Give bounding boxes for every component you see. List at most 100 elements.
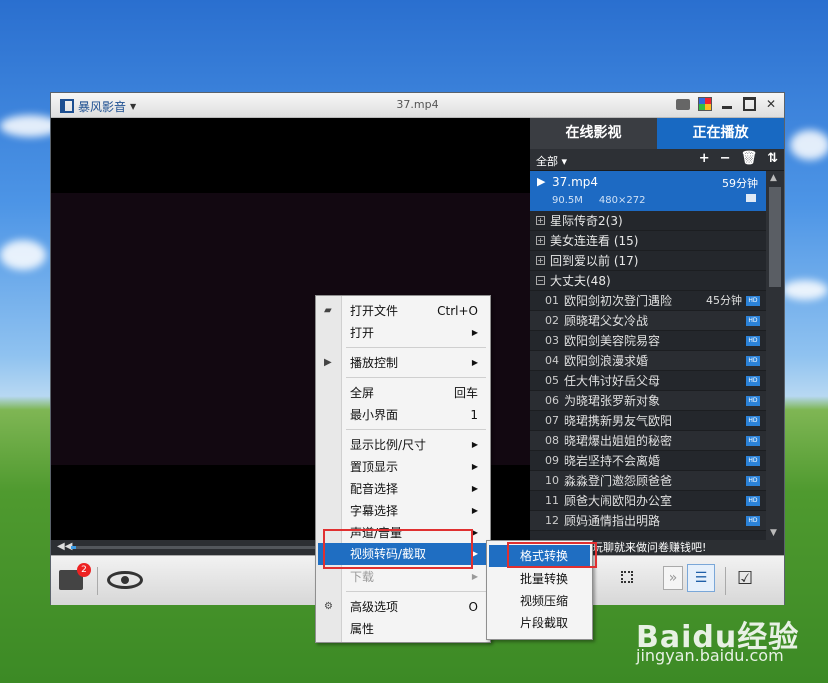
menu-item-advanced[interactable]: ⚙ 高级选项 O — [318, 596, 488, 618]
eye-icon[interactable] — [107, 571, 143, 589]
playlist-toggle-icon[interactable]: ☰ — [687, 564, 715, 592]
playlist-group[interactable]: − 大丈夫(48) — [530, 271, 766, 291]
playlist-item[interactable]: 08 晓珺爆出姐姐的秘密 HD — [530, 431, 766, 451]
menu-item-format-convert[interactable]: 格式转换 — [489, 545, 590, 567]
menu-label: 打开文件 — [350, 304, 399, 318]
play-icon: ▶ — [537, 175, 546, 188]
menu-item-open-file[interactable]: ▰ 打开文件 Ctrl+O — [318, 300, 488, 322]
menu-item-audio-volume[interactable]: 声道/音量 ▶ — [318, 522, 488, 544]
menu-label: 高级选项 — [350, 600, 399, 614]
menu-item-mini-mode[interactable]: 最小界面 1 — [318, 404, 488, 426]
item-name: 欧阳剑初次登门遇险 — [564, 294, 673, 308]
menu-label: 视频压缩 — [520, 594, 569, 608]
expand-icon[interactable]: + — [536, 236, 545, 245]
filter-dropdown[interactable]: 全部 ▾ — [536, 153, 567, 169]
expand-icon[interactable]: + — [536, 216, 545, 225]
expand-icon[interactable]: + — [536, 256, 545, 265]
playlist-group[interactable]: + 星际传奇2(3) — [530, 211, 766, 231]
item-name: 晓珺携新男友气欧阳 — [564, 414, 673, 428]
playlist-item[interactable]: 09 晓岩坚持不会离婚 HD — [530, 451, 766, 471]
tab-online-video[interactable]: 在线影视 — [530, 118, 657, 149]
close-button[interactable]: ✕ — [764, 97, 778, 111]
item-name: 为晓珺张罗新对象 — [564, 394, 661, 408]
playlist-scrollbar[interactable]: ▲ ▼ — [766, 171, 784, 540]
playlist-panel: 在线影视 正在播放 全部 ▾ + − 🗑 ⇅ ▶ 37.mp4 59分钟 90.… — [530, 118, 784, 555]
minimize-button[interactable] — [720, 97, 734, 111]
menu-label: 最小界面 — [350, 408, 399, 422]
menu-label: 字幕选择 — [350, 504, 399, 518]
scroll-down-icon[interactable]: ▼ — [770, 528, 777, 538]
group-label: 回到爱以前 (17) — [550, 253, 639, 268]
menu-item-playback-control[interactable]: ▶ 播放控制 ▶ — [318, 352, 488, 374]
current-item[interactable]: ▶ 37.mp4 59分钟 90.5M 480×272 — [530, 171, 766, 211]
menu-item-video-compress[interactable]: 视频压缩 — [489, 590, 590, 612]
collapse-icon[interactable]: − — [536, 276, 545, 285]
playlist-item[interactable]: 10 淼淼登门邀怨顾爸爸 HD — [530, 471, 766, 491]
item-number: 10 — [545, 474, 559, 487]
playlist-item[interactable]: 05 任大伟讨好岳父母 HD — [530, 371, 766, 391]
menu-label: 批量转换 — [520, 572, 569, 586]
playlist-group[interactable]: + 回到爱以前 (17) — [530, 251, 766, 271]
item-name: 顾晓珺父女冷战 — [564, 314, 649, 328]
item-name: 任大伟讨好岳父母 — [564, 374, 661, 388]
expand-icon[interactable]: » — [663, 566, 683, 590]
item-number: 01 — [545, 294, 559, 307]
tab-now-playing[interactable]: 正在播放 — [657, 118, 784, 149]
playlist-item[interactable]: 03 欧阳剑美容院易容 HD — [530, 331, 766, 351]
menu-item-open[interactable]: 打开 ▶ — [318, 322, 488, 344]
playlist-item[interactable]: 11 顾爸大闹欧阳办公室 HD — [530, 491, 766, 511]
checklist-icon[interactable]: ☑ — [737, 568, 763, 590]
hd-badge: HD — [746, 416, 760, 426]
item-name: 淼淼登门邀怨顾爸爸 — [564, 474, 673, 488]
menu-label: 配音选择 — [350, 482, 399, 496]
menu-shortcut: O — [468, 600, 478, 614]
submenu-arrow-icon: ▶ — [471, 506, 478, 515]
menu-item-fullscreen[interactable]: 全屏 回车 — [318, 382, 488, 404]
item-name: 欧阳剑浪漫求婚 — [564, 354, 649, 368]
scroll-up-icon[interactable]: ▲ — [770, 173, 777, 183]
add-icon[interactable]: + — [699, 151, 710, 166]
menu-item-on-top[interactable]: 置顶显示 ▶ — [318, 456, 488, 478]
submenu-arrow-icon: ▶ — [471, 549, 478, 558]
playlist-item[interactable]: 12 顾妈通情指出明路 HD — [530, 511, 766, 531]
folder-icon[interactable] — [746, 194, 756, 202]
hd-badge: HD — [746, 436, 760, 446]
sort-icon[interactable]: ⇅ — [767, 151, 778, 166]
hd-badge: HD — [746, 336, 760, 346]
maximize-button[interactable] — [742, 97, 756, 111]
menu-label: 全屏 — [350, 386, 375, 400]
fullscreen-icon[interactable] — [621, 571, 633, 583]
window-title: 37.mp4 — [396, 98, 439, 111]
playlist-item[interactable]: 04 欧阳剑浪漫求婚 HD — [530, 351, 766, 371]
menu-item-subtitle[interactable]: 字幕选择 ▶ — [318, 500, 488, 522]
item-number: 07 — [545, 414, 559, 427]
playlist-item[interactable]: 01 欧阳剑初次登门遇险 45分钟 HD — [530, 291, 766, 311]
playlist-group[interactable]: + 美女连连看 (15) — [530, 231, 766, 251]
menu-item-batch-convert[interactable]: 批量转换 — [489, 568, 590, 590]
submenu-arrow-icon: ▶ — [471, 528, 478, 537]
playlist-item[interactable]: 06 为晓珺张罗新对象 HD — [530, 391, 766, 411]
menu-item-properties[interactable]: 属性 — [318, 618, 488, 640]
menu-item-transcode[interactable]: 视频转码/截取 ▶ — [318, 543, 488, 565]
group-label: 星际传奇2(3) — [550, 213, 623, 228]
trash-icon[interactable]: 🗑 — [741, 151, 758, 166]
group-label: 美女连连看 (15) — [550, 233, 639, 248]
menu-item-dubbing[interactable]: 配音选择 ▶ — [318, 478, 488, 500]
remove-icon[interactable]: − — [720, 151, 731, 166]
menu-item-clip-capture[interactable]: 片段截取 — [489, 612, 590, 634]
item-number: 09 — [545, 454, 559, 467]
item-number: 05 — [545, 374, 559, 387]
playlist-item[interactable]: 07 晓珺携新男友气欧阳 HD — [530, 411, 766, 431]
scroll-thumb[interactable] — [769, 187, 781, 287]
hd-badge: HD — [746, 316, 760, 326]
menu-label: 属性 — [350, 622, 375, 636]
skin-icon[interactable] — [698, 97, 712, 111]
menu-label: 视频转码/截取 — [350, 547, 427, 561]
menu-separator — [346, 591, 486, 592]
open-file-icon: ▰ — [324, 305, 332, 316]
playlist-item[interactable]: 02 顾晓珺父女冷战 HD — [530, 311, 766, 331]
menu-item-aspect-ratio[interactable]: 显示比例/尺寸 ▶ — [318, 434, 488, 456]
hd-badge: HD — [746, 396, 760, 406]
chat-icon[interactable] — [676, 98, 690, 110]
item-number: 02 — [545, 314, 559, 327]
